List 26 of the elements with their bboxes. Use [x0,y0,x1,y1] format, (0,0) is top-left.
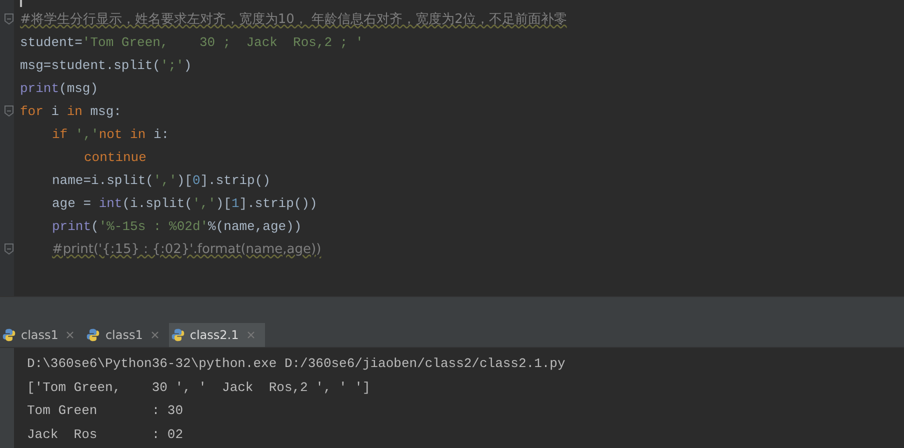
close-icon[interactable] [66,331,74,339]
close-icon[interactable] [246,331,255,339]
fold-marker-icon[interactable] [4,13,14,25]
code-line: #print('{:15} : {:02}'.format(name,age)) [52,240,322,258]
code-line: print(msg) [20,80,98,98]
code-line: continue [84,148,146,166]
fold-marker-icon[interactable] [4,243,14,255]
python-icon [2,328,16,342]
code-line: #将学生分行显示，姓名要求左对齐，宽度为10， 年龄信息右对齐，宽度为2位，不足前面补零 [20,10,567,28]
python-icon [170,328,185,342]
code-line: print('%-15s : %02d'%(name,age)) [52,218,302,236]
code-line: for i in msg: [20,102,122,120]
close-icon[interactable] [150,331,159,339]
code-line: student='Tom Green, 30 ; Jack Ros,2 ; ' [20,34,364,52]
code-line: msg=student.split(';') [20,56,192,74]
code-line: name=i.split(',')[0].strip() [52,172,270,190]
code-line: age = int(i.split(',')[1].strip()) [52,194,318,212]
python-icon [86,328,100,342]
console-line: Jack Ros : 02 [27,426,184,444]
console-line: D:\360se6\Python36-32\python.exe D:/360se6/jiaoben/class2/class2.1.py [27,355,566,373]
fold-marker-icon[interactable] [4,105,14,117]
console-line: Tom Green : 30 [27,402,184,420]
console-line: ['Tom Green, 30 ', ' Jack Ros,2 ', ' '] [27,378,372,396]
run-tab[interactable]: class2.1 [168,323,265,347]
code-line: if ','not in i: [52,126,170,144]
text-cursor [20,0,22,7]
